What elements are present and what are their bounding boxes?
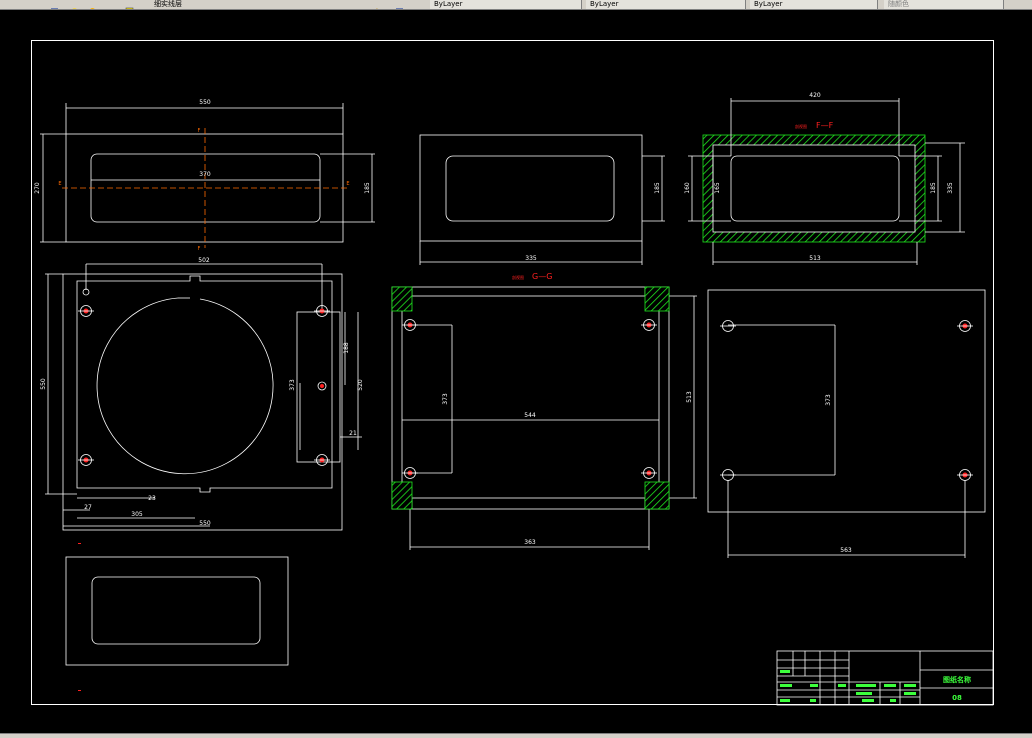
title-block-number: 08	[952, 694, 962, 702]
hole	[720, 469, 736, 481]
dim-text: 305	[131, 511, 143, 518]
lineweight-dropdown[interactable]: ByLayer	[750, 0, 878, 9]
plotstyle-dropdown[interactable]: 随颜色	[884, 0, 1004, 9]
cut-mark: F	[198, 128, 201, 134]
section-label-gg: G—G	[532, 272, 552, 281]
hole	[641, 319, 657, 331]
dim-text: 363	[524, 539, 536, 546]
dim-text: 370	[199, 171, 211, 178]
hole	[402, 467, 418, 479]
dim-text: 513	[809, 255, 821, 262]
layer-dropdown[interactable]: 细实线层	[150, 0, 360, 9]
bulb-icon[interactable]	[70, 0, 79, 9]
dim-text: 335	[525, 255, 537, 262]
dim-text: 420	[809, 92, 821, 99]
dim-text: 270	[34, 182, 41, 194]
dim-text: 23	[148, 495, 156, 502]
view-top-middle	[419, 134, 665, 265]
dim-text: 373	[289, 379, 296, 391]
dim-text: 21	[349, 430, 357, 437]
dim-text: 563	[840, 547, 852, 554]
dim-text: 185	[654, 182, 661, 194]
hole	[641, 467, 657, 479]
layer-state-icon[interactable]	[50, 0, 59, 9]
sun-icon[interactable]	[88, 0, 97, 9]
center-lines-top-left	[62, 128, 347, 248]
view-middle-left	[45, 263, 362, 531]
dim-text: 185	[930, 182, 937, 194]
status-bar	[0, 733, 1032, 738]
cad-drawing-area[interactable]: 550 270 185 370 185 335 420 160 165 185 …	[0, 10, 1032, 733]
section-prefix: 剖视图	[795, 123, 807, 129]
bolt-holes	[78, 288, 973, 481]
color-dropdown[interactable]: ByLayer	[430, 0, 582, 9]
dim-text: 27	[84, 504, 92, 511]
hole	[78, 305, 94, 317]
cut-mark: E	[346, 181, 349, 187]
marker	[78, 543, 81, 544]
cut-mark: E	[58, 181, 61, 187]
cut-mark: F	[198, 246, 201, 252]
dim-text: 373	[825, 394, 832, 406]
view-section-gg	[391, 286, 697, 550]
view-bottom-left	[65, 556, 289, 666]
dim-text: 550	[199, 99, 211, 106]
hatch-corners-gg	[391, 286, 670, 510]
title-block-title: 图纸名称	[943, 675, 971, 684]
color-swatch-icon[interactable]	[125, 0, 134, 9]
dim-text: 373	[442, 393, 449, 405]
dim-text: 335	[947, 182, 954, 194]
dim-text: 520	[357, 379, 364, 391]
hole	[957, 469, 973, 481]
dim-text: 188	[343, 342, 350, 354]
dim-text: 513	[686, 391, 693, 403]
layer-previous-icon[interactable]	[395, 0, 404, 9]
hole	[78, 454, 94, 466]
section-prefix: 剖视图	[512, 274, 524, 280]
dim-text: 550	[40, 378, 47, 390]
make-current-icon[interactable]	[372, 0, 381, 9]
hole	[402, 319, 418, 331]
lock-icon[interactable]	[108, 0, 117, 8]
dim-text: 502	[198, 257, 210, 264]
hole	[314, 454, 330, 466]
linetype-dropdown[interactable]: ByLayer	[586, 0, 746, 9]
dim-text: 165	[714, 182, 721, 194]
dim-text: 160	[684, 182, 691, 194]
view-middle-right	[707, 289, 986, 558]
section-label-ff: F—F	[816, 121, 834, 130]
hole	[720, 320, 736, 332]
hole	[957, 320, 973, 332]
marker	[78, 690, 81, 691]
dim-text: 550	[199, 520, 211, 527]
cad-toolbar: 细实线层 ByLayer ByLayer ByLayer 随颜色	[0, 0, 1032, 10]
dim-text: 185	[364, 182, 371, 194]
dim-text: 544	[524, 412, 536, 419]
hole	[317, 381, 327, 391]
